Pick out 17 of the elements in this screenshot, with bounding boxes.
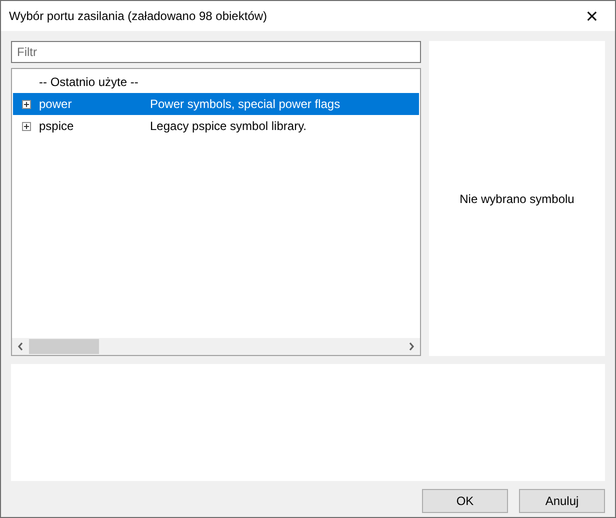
scrollbar-thumb[interactable]: [29, 339, 99, 354]
tree-row[interactable]: pspice Legacy pspice symbol library.: [13, 115, 419, 137]
close-button[interactable]: ✕: [569, 1, 615, 31]
tree-header-label: -- Ostatnio użyte --: [39, 75, 138, 89]
tree-row[interactable]: power Power symbols, special power flags: [13, 93, 419, 115]
ok-button[interactable]: OK: [422, 489, 508, 513]
window-title: Wybór portu zasilania (załadowano 98 obiektów): [9, 9, 268, 23]
library-description: Legacy pspice symbol library.: [150, 119, 307, 133]
expand-icon[interactable]: [22, 100, 30, 108]
library-description: Power symbols, special power flags: [150, 97, 340, 111]
cancel-button[interactable]: Anuluj: [519, 489, 605, 513]
library-name: power: [39, 97, 73, 111]
preview-message: Nie wybrano symbolu: [460, 192, 574, 206]
expand-icon[interactable]: [22, 122, 30, 130]
filter-field[interactable]: Filtr: [11, 41, 421, 63]
library-name: pspice: [39, 119, 75, 133]
horizontal-scrollbar[interactable]: [12, 338, 420, 355]
